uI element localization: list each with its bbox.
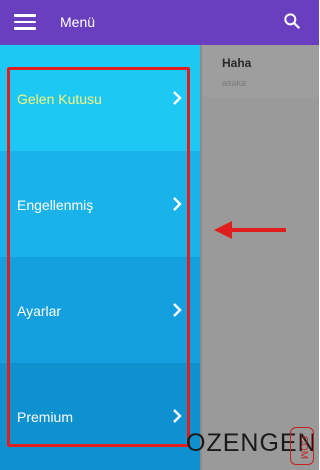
conversation-title: Haha — [222, 56, 252, 70]
search-icon[interactable] — [282, 11, 302, 31]
content-area: Haha asaka — [200, 45, 319, 470]
conversation-subtitle: asaka — [222, 78, 247, 88]
drawer-shadow — [200, 45, 202, 470]
highlight-box — [7, 67, 190, 447]
app-bar: Menü — [0, 0, 319, 45]
app-bar-title: Menü — [60, 14, 96, 30]
watermark-logo: OZENGEN .COM — [186, 425, 316, 465]
conversation-row[interactable]: Haha asaka — [200, 45, 319, 97]
left-arrow-icon — [214, 221, 286, 239]
watermark-suffix: .COM — [290, 427, 314, 465]
hamburger-icon[interactable] — [14, 14, 36, 30]
